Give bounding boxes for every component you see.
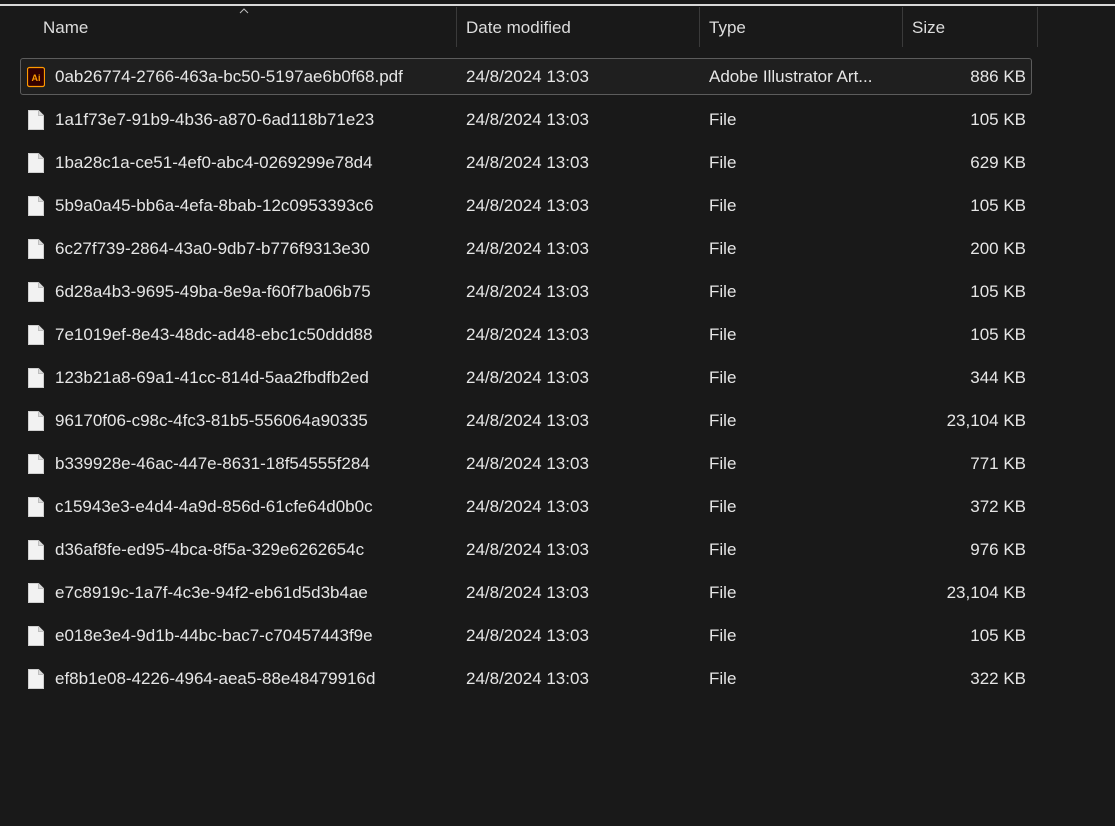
- file-size: 372 KB: [970, 497, 1026, 516]
- file-icon: [27, 668, 45, 690]
- column-header-row: Name Date modified Type Size: [0, 7, 1115, 49]
- file-type: File: [709, 626, 737, 645]
- file-type: File: [709, 669, 737, 688]
- file-icon: [27, 453, 45, 475]
- file-row[interactable]: d36af8fe-ed95-4bca-8f5a-329e6262654c 24/8…: [0, 529, 1115, 572]
- file-name: d36af8fe-ed95-4bca-8f5a-329e6262654c: [55, 540, 365, 559]
- file-size: 200 KB: [970, 239, 1026, 258]
- file-date-modified: 24/8/2024 13:03: [466, 497, 589, 516]
- file-size: 23,104 KB: [946, 411, 1026, 430]
- file-type: Adobe Illustrator Art...: [709, 67, 873, 86]
- file-name: 5b9a0a45-bb6a-4efa-8bab-12c0953393c6: [55, 196, 374, 215]
- file-row[interactable]: 1a1f73e7-91b9-4b36-a870-6ad118b71e23 24/8…: [0, 99, 1115, 142]
- file-name: 6d28a4b3-9695-49ba-8e9a-f60f7ba06b75: [55, 282, 371, 301]
- file-date-modified: 24/8/2024 13:03: [466, 540, 589, 559]
- file-type: File: [709, 325, 737, 344]
- file-row[interactable]: 6d28a4b3-9695-49ba-8e9a-f60f7ba06b75 24/8…: [0, 271, 1115, 314]
- file-row[interactable]: 1ba28c1a-ce51-4ef0-abc4-0269299e78d4 24/8…: [0, 142, 1115, 185]
- file-row[interactable]: 123b21a8-69a1-41cc-814d-5aa2fbdfb2ed 24/8…: [0, 357, 1115, 400]
- file-type: File: [709, 368, 737, 387]
- file-name: 1a1f73e7-91b9-4b36-a870-6ad118b71e23: [55, 110, 375, 129]
- file-icon: [27, 195, 45, 217]
- file-type: File: [709, 411, 737, 430]
- file-row[interactable]: c15943e3-e4d4-4a9d-856d-61cfe64d0b0c 24/8…: [0, 486, 1115, 529]
- file-row[interactable]: e018e3e4-9d1b-44bc-bac7-c70457443f9e 24/8…: [0, 615, 1115, 658]
- file-name: e018e3e4-9d1b-44bc-bac7-c70457443f9e: [55, 626, 373, 645]
- file-name: 6c27f739-2864-43a0-9db7-b776f9313e30: [55, 239, 370, 258]
- file-size: 23,104 KB: [946, 583, 1026, 602]
- file-date-modified: 24/8/2024 13:03: [466, 153, 589, 172]
- svg-text:Ai: Ai: [32, 73, 41, 83]
- file-type: File: [709, 454, 737, 473]
- file-icon: [27, 324, 45, 346]
- file-name: e7c8919c-1a7f-4c3e-94f2-eb61d5d3b4ae: [55, 583, 368, 602]
- file-type: File: [709, 497, 737, 516]
- column-header-name[interactable]: Name: [34, 7, 456, 47]
- file-row[interactable]: 96170f06-c98c-4fc3-81b5-556064a90335 24/8…: [0, 400, 1115, 443]
- file-icon: [27, 281, 45, 303]
- file-icon: [27, 238, 45, 260]
- file-name: 0ab26774-2766-463a-bc50-5197ae6b0f68.pdf: [55, 67, 403, 86]
- file-row[interactable]: b339928e-46ac-447e-8631-18f54555f284 24/8…: [0, 443, 1115, 486]
- file-date-modified: 24/8/2024 13:03: [466, 411, 589, 430]
- file-name: c15943e3-e4d4-4a9d-856d-61cfe64d0b0c: [55, 497, 373, 516]
- file-date-modified: 24/8/2024 13:03: [466, 67, 589, 86]
- file-icon: [27, 496, 45, 518]
- file-date-modified: 24/8/2024 13:03: [466, 454, 589, 473]
- file-size: 105 KB: [970, 196, 1026, 215]
- file-size: 105 KB: [970, 626, 1026, 645]
- file-size: 322 KB: [970, 669, 1026, 688]
- file-size: 105 KB: [970, 325, 1026, 344]
- file-size: 105 KB: [970, 110, 1026, 129]
- column-header-type[interactable]: Type: [700, 7, 902, 47]
- file-row[interactable]: e7c8919c-1a7f-4c3e-94f2-eb61d5d3b4ae 24/8…: [0, 572, 1115, 615]
- file-date-modified: 24/8/2024 13:03: [466, 669, 589, 688]
- file-row[interactable]: Ai 0ab26774-2766-463a-bc50-5197ae6b0f68.p…: [0, 56, 1115, 99]
- file-name: 96170f06-c98c-4fc3-81b5-556064a90335: [55, 411, 368, 430]
- column-header-size[interactable]: Size: [903, 7, 1037, 47]
- file-type: File: [709, 196, 737, 215]
- file-row[interactable]: 7e1019ef-8e43-48dc-ad48-ebc1c50ddd88 24/8…: [0, 314, 1115, 357]
- file-icon: [27, 410, 45, 432]
- file-type: File: [709, 540, 737, 559]
- file-icon: [27, 539, 45, 561]
- file-icon: [27, 367, 45, 389]
- file-size: 629 KB: [970, 153, 1026, 172]
- file-size: 976 KB: [970, 540, 1026, 559]
- file-name: b339928e-46ac-447e-8631-18f54555f284: [55, 454, 370, 473]
- file-date-modified: 24/8/2024 13:03: [466, 325, 589, 344]
- adobe-illustrator-icon: Ai: [26, 66, 46, 88]
- file-date-modified: 24/8/2024 13:03: [466, 583, 589, 602]
- file-row[interactable]: ef8b1e08-4226-4964-aea5-88e48479916d 24/8…: [0, 658, 1115, 701]
- file-date-modified: 24/8/2024 13:03: [466, 110, 589, 129]
- file-date-modified: 24/8/2024 13:03: [466, 282, 589, 301]
- file-icon: [27, 625, 45, 647]
- file-name: 7e1019ef-8e43-48dc-ad48-ebc1c50ddd88: [55, 325, 373, 344]
- file-icon: [27, 582, 45, 604]
- file-name: 1ba28c1a-ce51-4ef0-abc4-0269299e78d4: [55, 153, 373, 172]
- file-type: File: [709, 583, 737, 602]
- file-type: File: [709, 282, 737, 301]
- file-row[interactable]: 5b9a0a45-bb6a-4efa-8bab-12c0953393c6 24/8…: [0, 185, 1115, 228]
- file-size: 105 KB: [970, 282, 1026, 301]
- column-header-date-modified[interactable]: Date modified: [457, 7, 699, 47]
- file-size: 886 KB: [970, 67, 1026, 86]
- file-size: 771 KB: [970, 454, 1026, 473]
- column-divider[interactable]: [1037, 7, 1038, 47]
- file-date-modified: 24/8/2024 13:03: [466, 239, 589, 258]
- file-date-modified: 24/8/2024 13:03: [466, 196, 589, 215]
- file-row[interactable]: 6c27f739-2864-43a0-9db7-b776f9313e30 24/8…: [0, 228, 1115, 271]
- file-name: 123b21a8-69a1-41cc-814d-5aa2fbdfb2ed: [55, 368, 369, 387]
- file-size: 344 KB: [970, 368, 1026, 387]
- file-type: File: [709, 153, 737, 172]
- file-type: File: [709, 239, 737, 258]
- file-date-modified: 24/8/2024 13:03: [466, 626, 589, 645]
- file-date-modified: 24/8/2024 13:03: [466, 368, 589, 387]
- file-list: Ai 0ab26774-2766-463a-bc50-5197ae6b0f68.p…: [0, 56, 1115, 701]
- file-name: ef8b1e08-4226-4964-aea5-88e48479916d: [55, 669, 376, 688]
- file-icon: [27, 152, 45, 174]
- file-type: File: [709, 110, 737, 129]
- file-icon: [27, 109, 45, 131]
- window-top-border: [0, 4, 1115, 6]
